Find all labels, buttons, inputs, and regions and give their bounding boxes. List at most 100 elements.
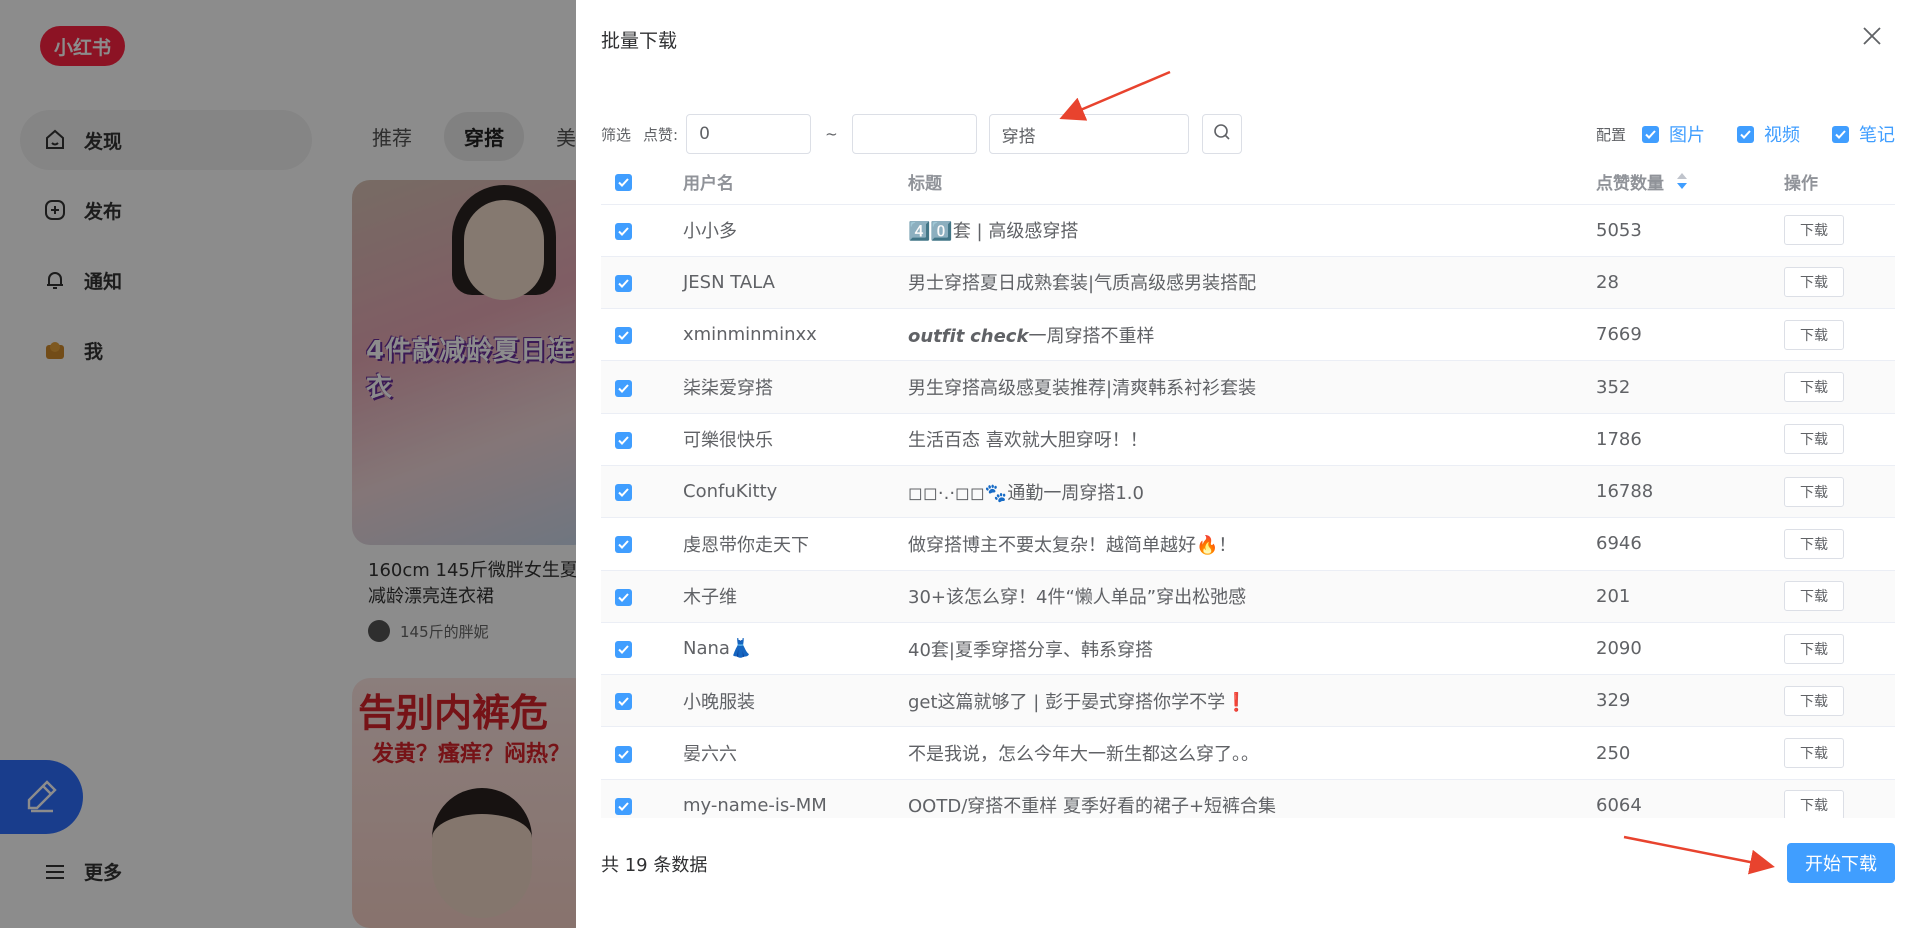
notes-table[interactable]: 用户名 标题 点赞数量 操作 小小多4️⃣0️⃣套 | 高级感穿搭5053下载J… [601, 160, 1895, 818]
cell-operation: 下载 [1774, 727, 1895, 779]
likes-max-input[interactable] [852, 114, 977, 154]
row-select-cell [601, 413, 673, 465]
drawer-title: 批量下载 [601, 26, 677, 53]
table-row[interactable]: 可樂很快乐生活百态 喜欢就大胆穿呀！！1786下载 [601, 413, 1895, 465]
row-checkbox[interactable] [615, 746, 632, 763]
row-select-cell [601, 256, 673, 308]
config-videos-checkbox[interactable]: 视频 [1737, 121, 1800, 147]
row-checkbox[interactable] [615, 798, 632, 815]
row-select-cell [601, 727, 673, 779]
table-row[interactable]: 柒柒爱穿搭男生穿搭高级感夏装推荐|清爽韩系衬衫套装352下载 [601, 361, 1895, 413]
likes-min-input[interactable]: 0 [686, 114, 811, 154]
download-button[interactable]: 下载 [1784, 686, 1844, 716]
row-checkbox[interactable] [615, 432, 632, 449]
download-button[interactable]: 下载 [1784, 320, 1844, 350]
checkbox-checked-icon [1737, 126, 1754, 143]
table-row[interactable]: my-name-is-MMOOTD/穿搭不重样 夏季好看的裙子+短裤合集6064… [601, 779, 1895, 818]
download-button[interactable]: 下载 [1784, 424, 1844, 454]
row-select-cell [601, 309, 673, 361]
row-select-cell [601, 622, 673, 674]
row-checkbox[interactable] [615, 589, 632, 606]
row-checkbox[interactable] [615, 641, 632, 658]
row-checkbox[interactable] [615, 380, 632, 397]
column-header-likes[interactable]: 点赞数量 [1586, 160, 1774, 204]
filter-row: 筛选 点赞: 0 ~ 穿搭 配置 图片 视频 [601, 114, 1895, 154]
cell-likes: 16788 [1586, 465, 1774, 517]
total-count: 共 19 条数据 [601, 851, 707, 877]
table-row[interactable]: xminminminxx𝙤𝙪𝙩𝙛𝙞𝙩 𝙘𝙝𝙚𝙘𝙠一周穿搭不重样7669下载 [601, 309, 1895, 361]
row-select-cell [601, 779, 673, 818]
cell-likes: 5053 [1586, 204, 1774, 256]
cell-operation: 下载 [1774, 622, 1895, 674]
cell-title: 𝙤𝙪𝙩𝙛𝙞𝙩 𝙘𝙝𝙚𝙘𝙠一周穿搭不重样 [898, 309, 1586, 361]
table-row[interactable]: 小小多4️⃣0️⃣套 | 高级感穿搭5053 下载 [601, 204, 1895, 256]
cell-title: OOTD/穿搭不重样 夏季好看的裙子+短裤合集 [898, 779, 1586, 818]
download-button[interactable]: 下载 [1784, 372, 1844, 402]
row-select-cell [601, 465, 673, 517]
cell-title: 40套|夏季穿搭分享、韩系穿搭 [898, 622, 1586, 674]
keyword-input[interactable]: 穿搭 [989, 114, 1189, 154]
row-select-cell [601, 361, 673, 413]
row-select-cell [601, 204, 673, 256]
row-checkbox[interactable] [615, 275, 632, 292]
row-select-cell [601, 518, 673, 570]
likes-label: 点赞: [643, 124, 678, 145]
row-checkbox[interactable] [615, 327, 632, 344]
download-button[interactable]: 下载 [1784, 581, 1844, 611]
cell-username: 晏六六 [673, 727, 898, 779]
cell-title: 男生穿搭高级感夏装推荐|清爽韩系衬衫套装 [898, 361, 1586, 413]
cell-username: Nana👗 [673, 622, 898, 674]
select-all-checkbox[interactable] [615, 174, 632, 191]
search-button[interactable] [1202, 114, 1242, 154]
cell-username: 虔恩带你走天下 [673, 518, 898, 570]
table-row[interactable]: 小晚服装get这篇就够了 | 彭于晏式穿搭你学不学❗329下载 [601, 675, 1895, 727]
cell-likes: 7669 [1586, 309, 1774, 361]
cell-likes: 28 [1586, 256, 1774, 308]
cell-title: 4️⃣0️⃣套 | 高级感穿搭 [898, 204, 1586, 256]
table-row[interactable]: ConfuKitty◻◻·.·◻◻🐾通勤一周穿搭1.016788下载 [601, 465, 1895, 517]
app-root: 小红书 发现 发布 通知 我 推荐 穿搭 [0, 0, 1920, 928]
checkbox-checked-icon [1642, 126, 1659, 143]
cell-title: 做穿搭博主不要太复杂！越简单越好🔥！ [898, 518, 1586, 570]
cell-operation: 下载 [1774, 204, 1895, 256]
cell-username: 小小多 [673, 204, 898, 256]
download-button[interactable]: 下载 [1784, 267, 1844, 297]
sort-caret-icon[interactable] [1676, 172, 1688, 195]
config-images-checkbox[interactable]: 图片 [1642, 121, 1705, 147]
table-row[interactable]: 晏六六不是我说，怎么今年大一新生都这么穿了。。250下载 [601, 727, 1895, 779]
row-checkbox[interactable] [615, 484, 632, 501]
range-separator: ~ [825, 125, 838, 143]
close-button[interactable] [1860, 26, 1884, 50]
cell-likes: 1786 [1586, 413, 1774, 465]
download-button[interactable]: 下载 [1784, 529, 1844, 559]
download-button[interactable]: 下载 [1784, 215, 1844, 245]
cell-likes: 2090 [1586, 622, 1774, 674]
table-row[interactable]: 木子维30+该怎么穿！4件“懒人单品”穿出松弛感201下载 [601, 570, 1895, 622]
modal-overlay[interactable] [0, 0, 576, 928]
filter-label: 筛选 [601, 124, 631, 145]
cell-username: ConfuKitty [673, 465, 898, 517]
table-row[interactable]: 虔恩带你走天下做穿搭博主不要太复杂！越简单越好🔥！6946下载 [601, 518, 1895, 570]
row-select-cell [601, 675, 673, 727]
download-button[interactable]: 下载 [1784, 477, 1844, 507]
cell-title: 男士穿搭夏日成熟套装|气质高级感男装搭配 [898, 256, 1586, 308]
cell-operation: 下载 [1774, 413, 1895, 465]
start-download-button[interactable]: 开始下载 [1787, 843, 1895, 883]
cell-operation: 下载 [1774, 779, 1895, 818]
config-group: 配置 图片 视频 笔记 [1596, 114, 1895, 154]
close-icon [1862, 26, 1882, 50]
cell-likes: 201 [1586, 570, 1774, 622]
row-checkbox[interactable] [615, 693, 632, 710]
config-notes-checkbox[interactable]: 笔记 [1832, 121, 1895, 147]
download-button[interactable]: 下载 [1784, 738, 1844, 768]
table-row[interactable]: JESN TALA男士穿搭夏日成熟套装|气质高级感男装搭配28下载 [601, 256, 1895, 308]
cell-operation: 下载 [1774, 309, 1895, 361]
row-checkbox[interactable] [615, 536, 632, 553]
download-button[interactable]: 下载 [1784, 634, 1844, 664]
row-checkbox[interactable] [615, 223, 632, 240]
cell-username: my-name-is-MM [673, 779, 898, 818]
config-label: 配置 [1596, 124, 1626, 145]
download-button[interactable]: 下载 [1784, 790, 1844, 818]
cell-operation: 下载 [1774, 518, 1895, 570]
table-row[interactable]: Nana👗40套|夏季穿搭分享、韩系穿搭2090 下载 [601, 622, 1895, 674]
